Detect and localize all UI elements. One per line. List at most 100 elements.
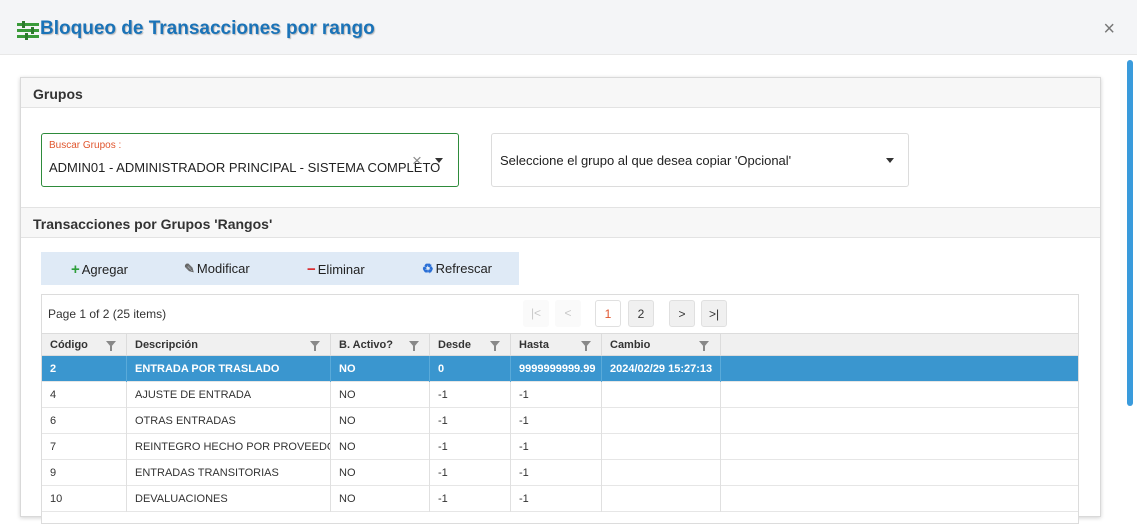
cell-activo: NO	[331, 382, 430, 408]
cell-codigo: 6	[42, 408, 127, 434]
cell-cambio	[602, 408, 721, 434]
cell-hasta: -1	[511, 382, 602, 408]
table-row[interactable]: 4 AJUSTE DE ENTRADA NO -1 -1	[42, 382, 1078, 408]
grid-header: Código Descripción B. Activo? Desde Hast…	[42, 333, 1078, 357]
cell-desde: -1	[430, 486, 511, 512]
clear-icon[interactable]: ×	[412, 151, 422, 171]
column-header-desde[interactable]: Desde	[430, 334, 511, 357]
table-row[interactable]: 6 OTRAS ENTRADAS NO -1 -1	[42, 408, 1078, 434]
column-label: Descripción	[135, 339, 198, 351]
cell-codigo: 9	[42, 460, 127, 486]
minus-icon: −	[307, 261, 316, 278]
refresh-button[interactable]: ♻ Refrescar	[422, 261, 492, 277]
column-header-activo[interactable]: B. Activo?	[331, 334, 430, 357]
column-label: Código	[50, 339, 88, 351]
dialog-header: Bloqueo de Transacciones por rango ×	[0, 0, 1137, 55]
cell-codigo: 7	[42, 434, 127, 460]
cell-activo: NO	[331, 408, 430, 434]
cell-desde: -1	[430, 382, 511, 408]
dialog-title: Bloqueo de Transacciones por rango	[40, 18, 375, 39]
cell-desde: 0	[430, 356, 511, 382]
copy-group-placeholder: Seleccione el grupo al que desea copiar …	[500, 153, 792, 168]
chevron-down-icon[interactable]	[435, 158, 443, 163]
search-group-value: ADMIN01 - ADMINISTRADOR PRINCIPAL - SIST…	[49, 160, 441, 175]
plus-icon: +	[71, 261, 80, 278]
prev-page-button[interactable]: <	[555, 300, 581, 327]
cell-hasta: -1	[511, 434, 602, 460]
column-header-descripcion[interactable]: Descripción	[127, 334, 331, 357]
filter-icon[interactable]	[490, 341, 500, 351]
table-row[interactable]: 2 ENTRADA POR TRASLADO NO 0 9999999999.99 202…	[42, 356, 1078, 382]
table-row[interactable]: 9 ENTRADAS TRANSITORIAS NO -1 -1	[42, 460, 1078, 486]
cell-descripcion: DEVALUACIONES	[127, 486, 331, 512]
filter-icon[interactable]	[106, 341, 116, 351]
column-header-codigo[interactable]: Código	[42, 334, 127, 357]
filter-icon[interactable]	[699, 341, 709, 351]
cell-cambio: 2024/02/29 15:27:13	[602, 356, 721, 382]
cell-desde: -1	[430, 434, 511, 460]
pager: Page 1 of 2 (25 items) |< < 1 2 > >|	[42, 295, 1078, 333]
cell-descripcion: REINTEGRO HECHO POR PROVEEDOR	[127, 434, 331, 460]
next-page-button[interactable]: >	[669, 300, 695, 327]
cell-codigo: 10	[42, 486, 127, 512]
add-button[interactable]: + Agregar	[71, 261, 128, 278]
column-header-hasta[interactable]: Hasta	[511, 334, 602, 357]
cell-hasta: 9999999999.99	[511, 356, 602, 382]
scrollbar-thumb[interactable]	[1127, 60, 1133, 406]
cell-hasta: -1	[511, 408, 602, 434]
cell-cambio	[602, 460, 721, 486]
sliders-icon	[17, 21, 39, 40]
cell-cambio	[602, 486, 721, 512]
cell-activo: NO	[331, 434, 430, 460]
grid-toolbar: + Agregar ✎ Modificar − Eliminar ♻ Refrescar	[41, 252, 519, 285]
column-header-cambio[interactable]: Cambio	[602, 334, 721, 357]
cell-hasta: -1	[511, 486, 602, 512]
transactions-heading: Transacciones por Grupos 'Rangos'	[21, 208, 1100, 238]
column-label: B. Activo?	[339, 339, 393, 351]
cell-cambio	[602, 382, 721, 408]
cell-codigo: 4	[42, 382, 127, 408]
cell-cambio	[602, 434, 721, 460]
table-row[interactable]: 7 REINTEGRO HECHO POR PROVEEDOR NO -1 -1	[42, 434, 1078, 460]
transactions-grid: Page 1 of 2 (25 items) |< < 1 2 > >| Cód…	[41, 294, 1079, 524]
add-label: Agregar	[81, 262, 129, 277]
search-group-label: Buscar Grupos :	[49, 140, 122, 151]
edit-label: Modificar	[196, 261, 250, 276]
cell-activo: NO	[331, 356, 430, 382]
column-label: Desde	[438, 339, 472, 351]
delete-label: Eliminar	[317, 262, 365, 277]
close-icon[interactable]: ×	[1103, 19, 1115, 39]
cell-descripcion: OTRAS ENTRADAS	[127, 408, 331, 434]
filter-icon[interactable]	[310, 341, 320, 351]
chevron-down-icon[interactable]	[886, 158, 894, 163]
column-label: Cambio	[610, 339, 651, 351]
cell-descripcion: ENTRADA POR TRASLADO	[127, 356, 331, 382]
column-label: Hasta	[519, 339, 549, 351]
cell-codigo: 2	[42, 356, 127, 382]
groups-panel: Grupos Buscar Grupos : ADMIN01 - ADMINIS…	[20, 77, 1101, 524]
groups-heading: Grupos	[21, 78, 1100, 108]
cell-desde: -1	[430, 460, 511, 486]
transactions-panel: Transacciones por Grupos 'Rangos' + Agreg…	[21, 207, 1100, 524]
pager-info: Page 1 of 2 (25 items)	[48, 307, 167, 321]
filter-icon[interactable]	[581, 341, 591, 351]
pencil-icon: ✎	[184, 261, 195, 276]
search-group-select[interactable]: Buscar Grupos : ADMIN01 - ADMINISTRADOR …	[41, 133, 459, 187]
last-page-button[interactable]: >|	[701, 300, 727, 327]
recycle-icon: ♻	[422, 261, 434, 276]
table-row[interactable]: 10 DEVALUACIONES NO -1 -1	[42, 486, 1078, 512]
edit-button[interactable]: ✎ Modificar	[184, 261, 250, 277]
page-2-button[interactable]: 2	[628, 300, 654, 327]
cell-descripcion: ENTRADAS TRANSITORIAS	[127, 460, 331, 486]
cell-hasta: -1	[511, 460, 602, 486]
delete-button[interactable]: − Eliminar	[307, 261, 365, 278]
cell-activo: NO	[331, 486, 430, 512]
first-page-button[interactable]: |<	[523, 300, 549, 327]
copy-group-select[interactable]: Seleccione el grupo al que desea copiar …	[491, 133, 909, 187]
cell-desde: -1	[430, 408, 511, 434]
cell-activo: NO	[331, 460, 430, 486]
page-1-button[interactable]: 1	[595, 300, 621, 327]
refresh-label: Refrescar	[435, 261, 493, 276]
filter-icon[interactable]	[409, 341, 419, 351]
cell-descripcion: AJUSTE DE ENTRADA	[127, 382, 331, 408]
